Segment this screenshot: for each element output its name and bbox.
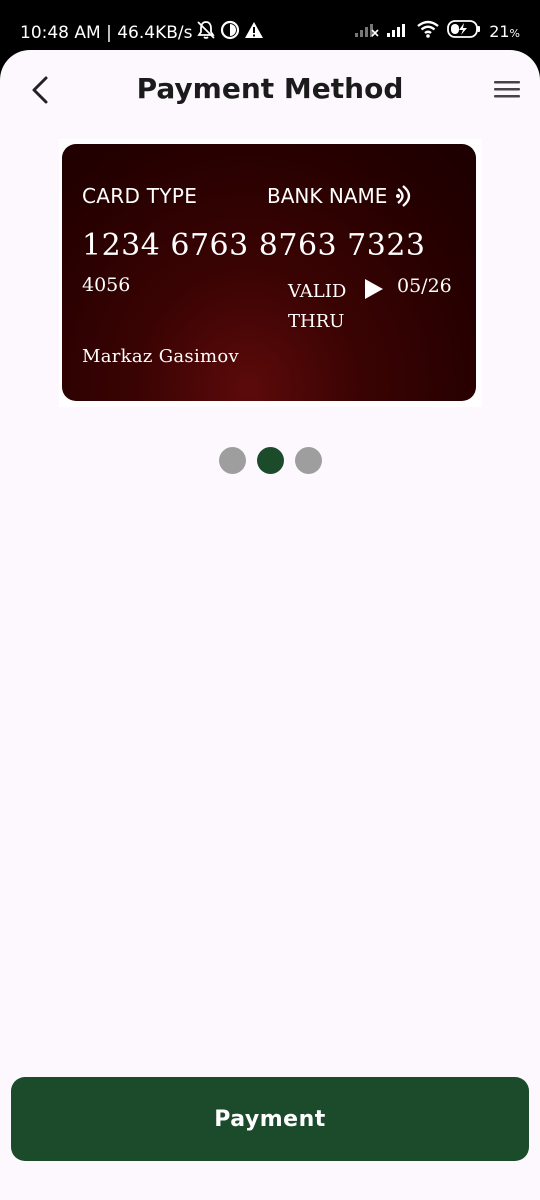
status-time-speed: 10:48 AM | 46.4KB/s xyxy=(20,22,193,43)
signal-icon xyxy=(387,21,409,41)
app-bar: Payment Method xyxy=(0,50,540,130)
battery-level: 21% xyxy=(489,21,520,41)
credit-card[interactable]: CARD TYPE BANK NAME 1234 6763 8763 7323 … xyxy=(62,144,476,401)
bank-name-label: BANK NAME xyxy=(267,184,388,208)
wifi-icon xyxy=(417,20,439,42)
hamburger-menu-icon xyxy=(494,81,520,98)
status-left: 10:48 AM | 46.4KB/s xyxy=(20,20,264,45)
data-saver-icon xyxy=(220,20,240,45)
menu-button[interactable] xyxy=(492,74,522,104)
payment-method-screen: Payment Method CARD TYPE BANK NAME 1234 … xyxy=(0,50,540,1200)
page-dot-3[interactable] xyxy=(294,447,322,474)
contactless-icon xyxy=(396,185,411,207)
payment-button-label: Payment xyxy=(214,1106,326,1132)
page-dot-1[interactable] xyxy=(218,447,246,474)
valid-label-line1: VALID xyxy=(288,281,347,302)
card-holder-name: Markaz Gasimov xyxy=(82,346,239,367)
status-right: 21% xyxy=(355,20,520,42)
page-title: Payment Method xyxy=(136,72,404,105)
card-code: 4056 xyxy=(82,274,131,296)
valid-label-line2: THRU xyxy=(288,311,345,332)
signal-weak-icon xyxy=(355,21,379,41)
alarm-off-icon xyxy=(196,20,216,45)
card-type-label: CARD TYPE xyxy=(82,184,198,208)
card-carousel: CARD TYPE BANK NAME 1234 6763 8763 7323 … xyxy=(59,139,482,407)
card-expiry: 05/26 xyxy=(397,275,452,297)
payment-button[interactable]: Payment xyxy=(11,1077,529,1161)
bank-name-row: BANK NAME xyxy=(267,184,415,208)
battery-charging-icon xyxy=(447,20,481,42)
page-dot-2-active[interactable] xyxy=(256,447,284,474)
play-arrow-icon xyxy=(365,279,383,299)
carousel-indicator xyxy=(0,447,540,474)
warning-icon xyxy=(244,20,264,45)
card-number: 1234 6763 8763 7323 xyxy=(82,228,426,263)
valid-thru-label: VALID THRU xyxy=(288,277,368,337)
